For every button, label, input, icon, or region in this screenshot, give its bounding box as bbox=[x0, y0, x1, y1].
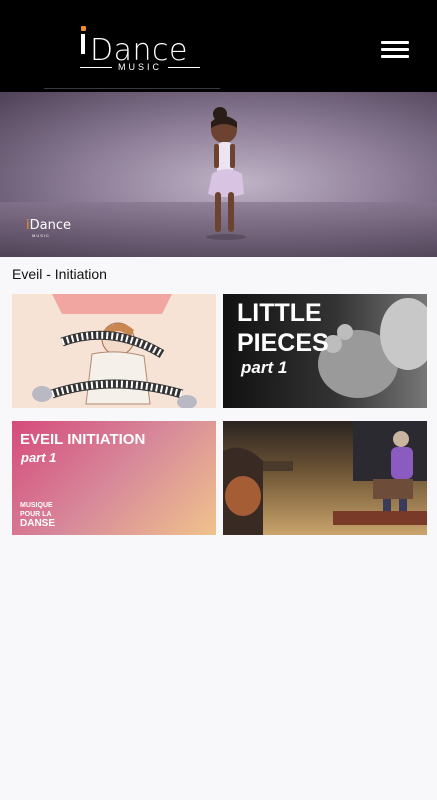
video-card-piano[interactable] bbox=[12, 294, 216, 408]
card-title: EVEIL INITIATION bbox=[20, 431, 146, 448]
card-part-label: part 1 bbox=[241, 358, 288, 377]
card-brand-logo: MUSIQUE POUR LA DANSE bbox=[20, 502, 56, 529]
idance-logo[interactable]: Dance MUSIC bbox=[78, 22, 202, 74]
video-card-little-pieces[interactable]: LITTLE PIECES part 1 bbox=[223, 294, 427, 408]
video-card-eveil-initiation[interactable]: EVEIL INITIATION part 1 MUSIQUE POUR LA … bbox=[12, 421, 216, 535]
logo-subtitle-text: MUSIC bbox=[118, 62, 162, 72]
app-header: Dance MUSIC bbox=[0, 0, 437, 92]
piano-illustration bbox=[32, 294, 197, 408]
header-divider bbox=[44, 88, 220, 89]
section-title: Eveil - Initiation bbox=[12, 266, 107, 282]
logo-wordmark: Dance bbox=[78, 22, 188, 68]
hero-logo-text: Dance bbox=[29, 218, 71, 233]
hero-banner: iDance MUSIC bbox=[0, 92, 437, 257]
video-card-live-music[interactable] bbox=[223, 421, 427, 535]
hero-watermark-logo: iDance MUSIC bbox=[26, 218, 76, 238]
musician-stage-photo bbox=[223, 421, 427, 535]
card-title: LITTLE PIECES bbox=[237, 299, 329, 357]
hamburger-menu-icon[interactable] bbox=[378, 36, 412, 62]
hero-logo-sub: MUSIC bbox=[32, 233, 50, 238]
logo-i-mark bbox=[78, 22, 90, 60]
card-part-label: part 1 bbox=[21, 450, 57, 465]
logo-subtitle: MUSIC bbox=[80, 60, 200, 74]
